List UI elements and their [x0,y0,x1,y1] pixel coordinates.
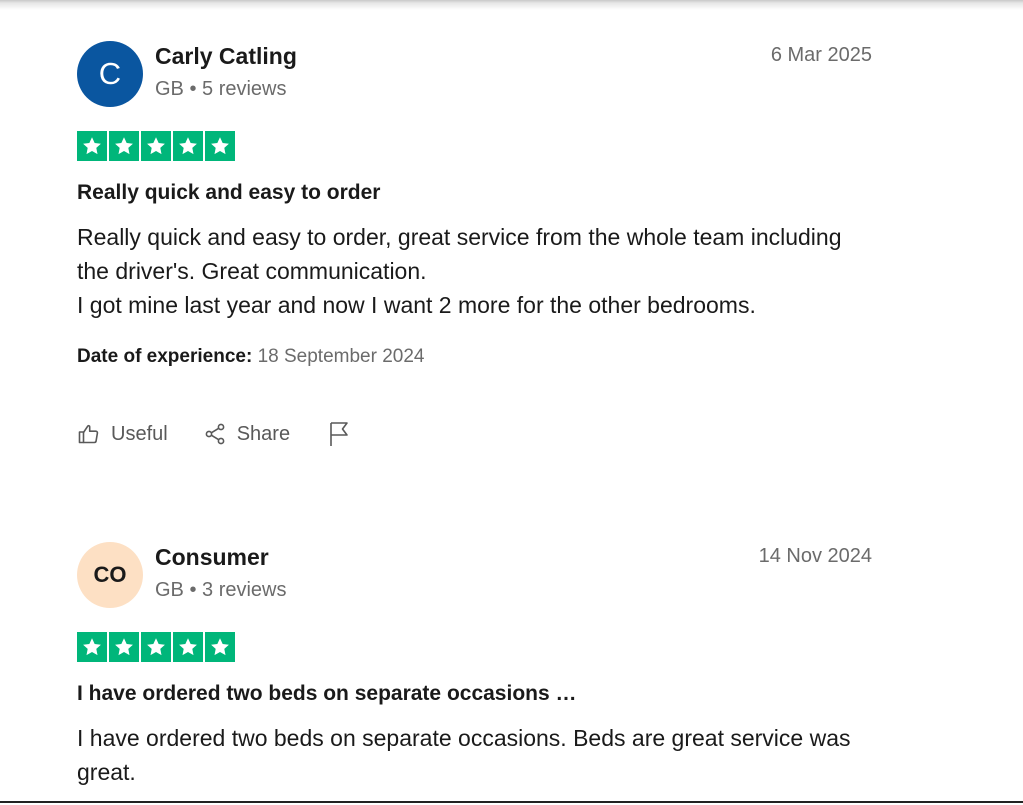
consumer-name[interactable]: Carly Catling [155,43,297,70]
consumer-meta: GB • 3 reviews [155,579,287,601]
share-button[interactable]: Share [203,422,290,446]
consumer-name[interactable]: Consumer [155,544,269,571]
review-body: I have ordered two beds on separate occa… [77,721,877,789]
star-icon [173,131,203,161]
star-icon [77,131,107,161]
star-icon [205,632,235,662]
review-date: 6 Mar 2025 [770,44,872,66]
avatar[interactable]: C [77,41,143,107]
flag-icon [327,420,351,448]
star-icon [77,632,107,662]
star-icon [109,131,139,161]
top-shadow [0,0,1023,12]
avatar[interactable]: CO [77,542,143,608]
consumer-meta: GB • 5 reviews [155,78,287,100]
review-title[interactable]: Really quick and easy to order [77,181,380,205]
report-button[interactable] [327,420,351,448]
review-paragraph: Really quick and easy to order, great se… [77,224,842,284]
experience-date: 18 September 2024 [257,346,425,367]
review-date: 14 Nov 2024 [758,545,872,567]
review-paragraph: I got mine last year and now I want 2 mo… [77,292,756,318]
thumbs-up-icon [77,422,101,446]
review-body: Really quick and easy to order, great se… [77,220,877,322]
share-icon [203,422,227,446]
star-rating [77,632,235,662]
bottom-divider [0,801,1023,803]
useful-label: Useful [111,422,168,445]
star-icon [141,632,171,662]
star-rating [77,131,235,161]
review-actions: Useful Share [77,420,351,448]
star-icon [173,632,203,662]
share-label: Share [236,422,291,445]
experience-label: Date of experience: [77,346,253,367]
star-icon [141,131,171,161]
review-title[interactable]: I have ordered two beds on separate occa… [77,682,577,706]
avatar-initials: C [98,56,122,91]
useful-button[interactable]: Useful [77,422,168,446]
avatar-initials: CO [93,562,127,587]
review-paragraph: I have ordered two beds on separate occa… [77,725,851,785]
star-icon [109,632,139,662]
star-icon [205,131,235,161]
date-of-experience: Date of experience: 18 September 2024 [77,346,424,368]
